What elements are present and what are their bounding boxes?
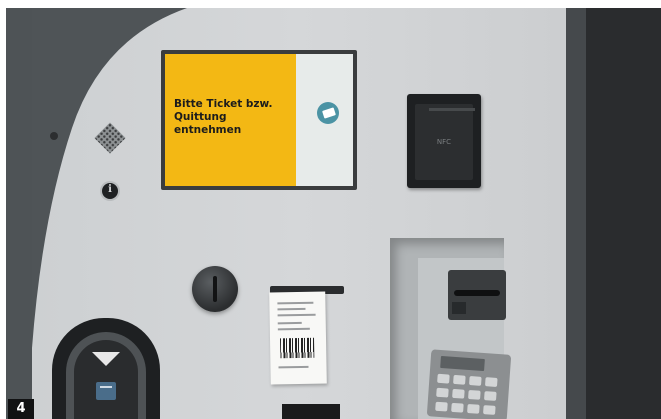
card-insert-unit[interactable] (52, 318, 160, 419)
housing-side (586, 8, 661, 419)
pin-pad-key[interactable] (483, 405, 496, 415)
card-reader-slot[interactable] (448, 270, 506, 320)
pin-pad[interactable] (426, 349, 512, 419)
display-message-area: Bitte Ticket bzw. Quittung entnehmen (165, 54, 296, 186)
housing-left-edge (6, 8, 32, 419)
pin-pad-key[interactable] (453, 374, 466, 385)
pin-pad-key[interactable] (467, 403, 480, 414)
pin-pad-key[interactable] (451, 402, 464, 413)
display-screen: Bitte Ticket bzw. Quittung entnehmen (165, 54, 353, 186)
coin-slot[interactable] (192, 266, 238, 312)
payment-terminal-photo: Bitte Ticket bzw. Quittung entnehmen NFC… (0, 0, 661, 419)
info-button[interactable]: i (102, 183, 118, 199)
info-icon: i (108, 184, 112, 195)
pin-pad-key[interactable] (437, 373, 450, 384)
pin-pad-key[interactable] (452, 388, 465, 399)
coin-slot-icon (213, 276, 217, 302)
pin-pad-key[interactable] (436, 387, 449, 398)
housing-right-edge (566, 8, 586, 419)
pin-pad-key[interactable] (468, 389, 481, 400)
contactless-card-reader[interactable]: NFC (407, 94, 481, 188)
pin-pad-key[interactable] (469, 376, 482, 386)
contactless-icon: NFC (436, 138, 452, 146)
figure-number: 4 (8, 399, 34, 419)
microphone-icon (50, 132, 58, 140)
pin-pad-key[interactable] (484, 391, 497, 401)
display-message: Bitte Ticket bzw. Quittung entnehmen (174, 98, 273, 136)
printed-ticket[interactable] (269, 291, 327, 385)
pin-pad-key[interactable] (484, 377, 498, 387)
ticket-barcode (280, 337, 315, 359)
display-icon-area (296, 54, 353, 186)
pin-pad-key[interactable] (435, 401, 448, 412)
pin-pad-display (440, 355, 485, 372)
ticket-take-icon (317, 102, 339, 124)
dispenser-opening (282, 404, 340, 419)
card-icon (96, 382, 116, 400)
card-insert-arrow-icon (92, 352, 120, 366)
card-reader-icon (454, 290, 500, 296)
